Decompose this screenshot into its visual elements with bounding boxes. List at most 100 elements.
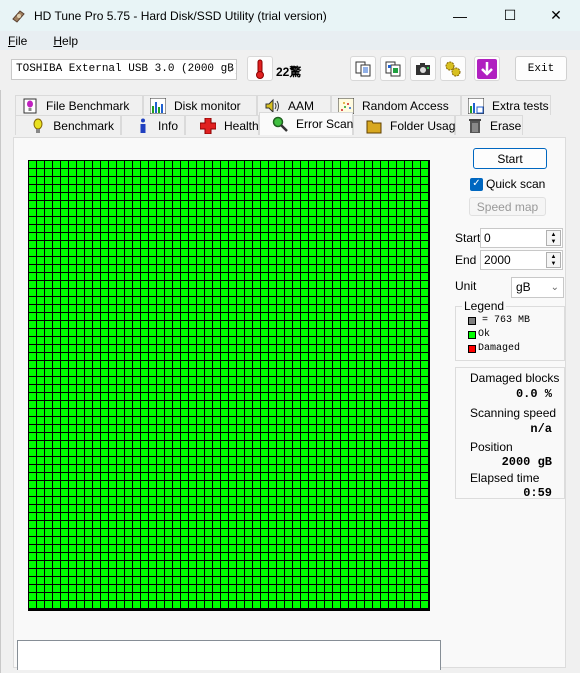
scan-block-ok [405, 401, 412, 408]
scan-block-ok [37, 329, 44, 336]
scan-block-ok [77, 297, 84, 304]
scan-block-ok [109, 441, 116, 448]
scan-block-ok [229, 305, 236, 312]
unit-select[interactable]: gB ⌄ [511, 277, 564, 298]
end-spinner[interactable]: ▲ ▼ [546, 252, 561, 268]
tab-file-benchmark[interactable]: File Benchmark [15, 95, 143, 115]
scan-block-ok [173, 313, 180, 320]
scan-block-ok [413, 361, 420, 368]
scan-block-ok [333, 297, 340, 304]
log-output[interactable] [17, 640, 441, 670]
scan-block-ok [317, 337, 324, 344]
scan-block-ok [189, 601, 196, 608]
scan-block-ok [325, 473, 332, 480]
scan-block-ok [397, 457, 404, 464]
scan-block-ok [333, 537, 340, 544]
scan-block-ok [101, 297, 108, 304]
scan-block-ok [237, 225, 244, 232]
scan-block-ok [277, 433, 284, 440]
tab-health[interactable]: Health [185, 115, 259, 135]
scan-block-ok [37, 217, 44, 224]
scan-block-ok [397, 161, 404, 168]
scan-block-ok [125, 513, 132, 520]
options-button[interactable] [440, 56, 466, 81]
scan-block-ok [173, 521, 180, 528]
spin-up-icon: ▲ [550, 231, 557, 238]
tab-erase[interactable]: Erase [455, 115, 523, 135]
scan-block-ok [205, 457, 212, 464]
tab-label: Disk monitor [174, 98, 241, 113]
close-button[interactable]: ✕ [533, 0, 579, 31]
scan-block-ok [141, 385, 148, 392]
start-button[interactable]: Start [473, 148, 547, 169]
scan-block-ok [77, 369, 84, 376]
scan-block-ok [221, 313, 228, 320]
minimize-icon: — [453, 7, 467, 24]
scan-block-ok [309, 425, 316, 432]
scan-block-ok [261, 209, 268, 216]
start-input[interactable]: 0 ▲ ▼ [480, 228, 563, 248]
quick-scan-checkbox[interactable]: ✓ Quick scan [470, 177, 545, 191]
scan-block-ok [157, 241, 164, 248]
scan-block-ok [285, 393, 292, 400]
scan-block-ok [189, 233, 196, 240]
scan-block-ok [149, 377, 156, 384]
temperature-button[interactable] [247, 56, 273, 81]
scan-block-ok [109, 505, 116, 512]
scan-block-ok [277, 377, 284, 384]
scan-block-ok [341, 569, 348, 576]
scan-block-ok [365, 505, 372, 512]
speed-map-button[interactable]: Speed map [469, 197, 546, 216]
screenshot-button[interactable] [410, 56, 436, 81]
scan-block-ok [109, 457, 116, 464]
copy-screenshot-button[interactable] [380, 56, 406, 81]
scan-block-ok [373, 505, 380, 512]
scan-block-ok [205, 361, 212, 368]
spin-down-icon: ▼ [550, 238, 557, 245]
scan-block-ok [133, 521, 140, 528]
scan-block-ok [381, 201, 388, 208]
scan-block-ok [37, 417, 44, 424]
scan-block-ok [381, 329, 388, 336]
scan-block-ok [29, 201, 36, 208]
scan-block-ok [309, 273, 316, 280]
tab-benchmark[interactable]: Benchmark [15, 115, 121, 135]
exit-button[interactable]: Exit [515, 56, 567, 81]
tab-label: AAM [288, 98, 315, 113]
drive-select[interactable]: TOSHIBA External USB 3.0 (2000 gB) ⌄ [11, 59, 237, 80]
menu-file[interactable]: File [0, 34, 35, 48]
scan-block-ok [69, 193, 76, 200]
tab-info[interactable]: Info [121, 115, 185, 135]
scan-block-ok [277, 577, 284, 584]
tab-folder-usage[interactable]: Folder Usage [353, 115, 462, 135]
menu-help[interactable]: Help [45, 34, 86, 48]
scan-block-ok [381, 217, 388, 224]
maximize-button[interactable]: ☐ [487, 0, 533, 31]
scan-block-ok [53, 481, 60, 488]
scan-block-ok [381, 537, 388, 544]
scan-block-ok [245, 313, 252, 320]
tab-disk-monitor[interactable]: Disk monitor [143, 95, 257, 115]
scan-block-ok [325, 433, 332, 440]
tab-error-scan[interactable]: Error Scan [259, 112, 353, 135]
scan-block-ok [341, 585, 348, 592]
scan-block-ok [373, 393, 380, 400]
scan-block-ok [125, 313, 132, 320]
scan-block-ok [413, 489, 420, 496]
scan-block-ok [29, 369, 36, 376]
scan-block-ok [93, 489, 100, 496]
copy-text-button[interactable] [350, 56, 376, 81]
scan-block-ok [421, 577, 428, 584]
scan-block-ok [357, 345, 364, 352]
scan-block-ok [365, 417, 372, 424]
start-spinner[interactable]: ▲ ▼ [546, 230, 561, 246]
scan-block-ok [333, 529, 340, 536]
scan-block-ok [365, 321, 372, 328]
scan-block-ok [301, 481, 308, 488]
scan-block-ok [397, 393, 404, 400]
minimize-button[interactable]: — [437, 0, 483, 31]
end-input[interactable]: 2000 ▲ ▼ [480, 250, 563, 270]
save-button[interactable] [474, 56, 500, 81]
tab-extra-tests[interactable]: Extra tests [461, 95, 551, 115]
scan-block-ok [405, 553, 412, 560]
